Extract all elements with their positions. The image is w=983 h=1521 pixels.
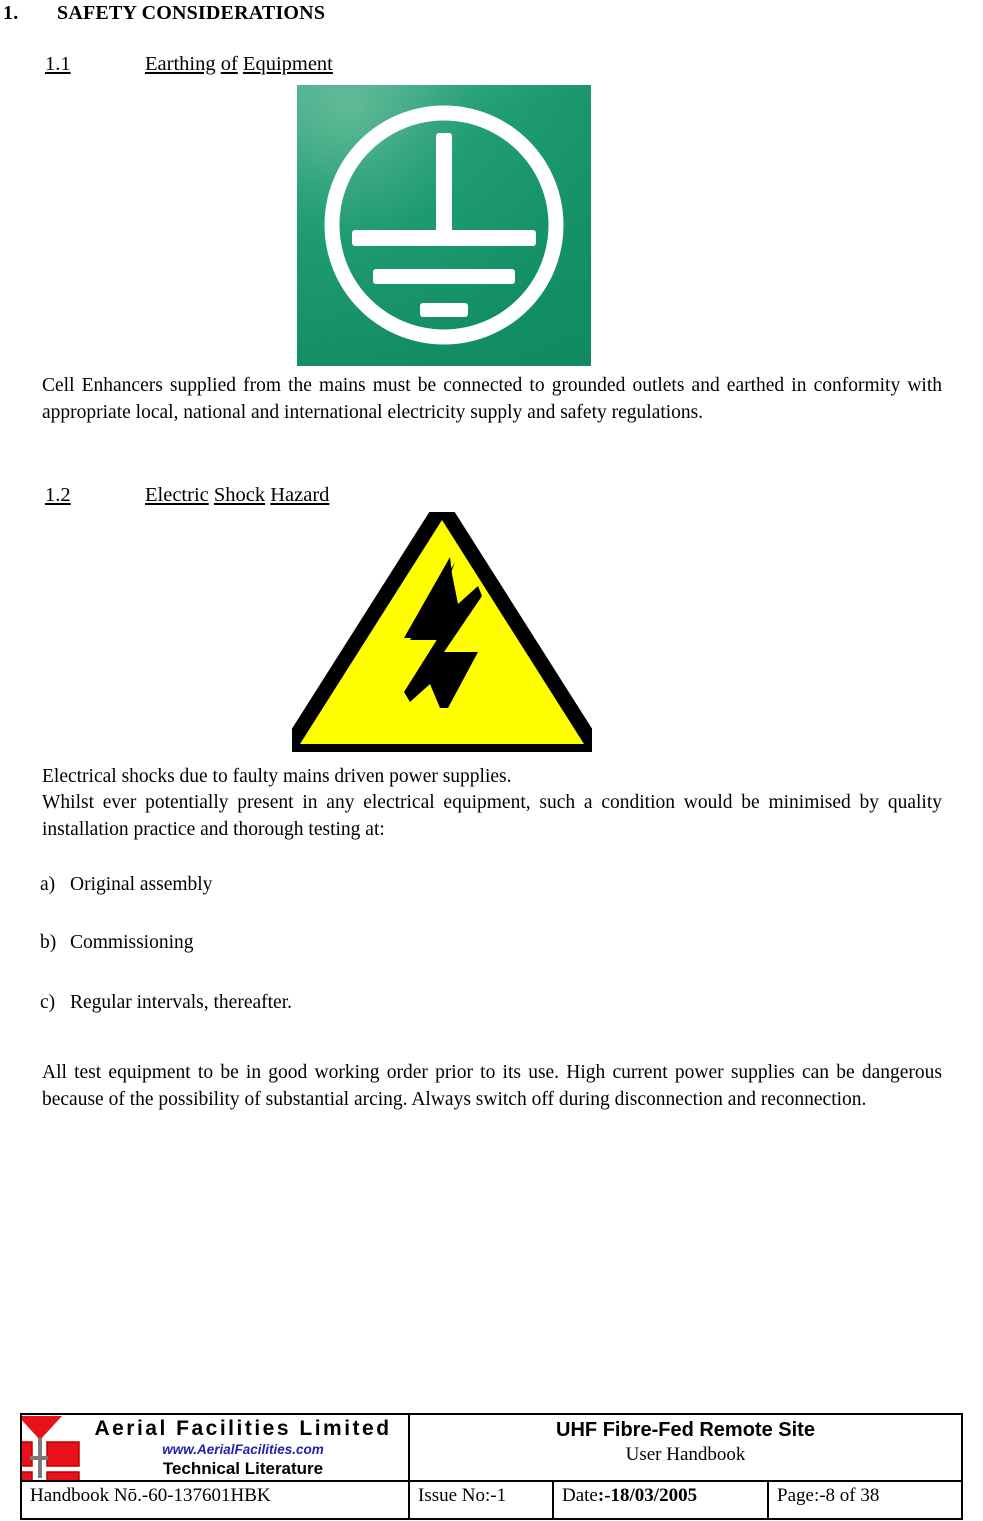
company-wordmark: Aerial Facilities Limited www.AerialFaci… — [84, 1415, 402, 1480]
issue-label: Issue No:- — [418, 1485, 497, 1506]
footer-row-bottom: Handbook Nō.-60-137601HBK Issue No:-1 Da… — [22, 1480, 961, 1518]
subsection-heading-1-2: 1.2 Electric Shock Hazard — [45, 484, 329, 507]
aerial-facilities-logo-icon — [22, 1416, 80, 1480]
earth-ground-icon — [324, 105, 564, 345]
earthing-symbol-image — [297, 85, 591, 366]
page-label: Page — [777, 1485, 814, 1506]
paragraph-shock-line-1: Electrical shocks due to faulty mains dr… — [42, 766, 512, 787]
list-marker-c: c) — [40, 992, 56, 1013]
electric-shock-warning-icon — [292, 512, 592, 752]
company-tagline: Technical Literature — [162, 1459, 324, 1478]
paragraph-earthing: Cell Enhancers supplied from the mains m… — [42, 375, 942, 423]
list-item: a) Original assembly — [40, 872, 212, 898]
handbook-title: UHF Fibre-Fed Remote Site — [556, 1419, 815, 1441]
list-marker-b: b) — [40, 932, 57, 953]
subsection-number-1-2: 1.2 — [45, 484, 71, 506]
footer-issue-number: Issue No:-1 — [410, 1482, 554, 1518]
section-number: 1. — [3, 2, 19, 24]
footer-title-cell: UHF Fibre-Fed Remote Site User Handbook — [410, 1415, 961, 1480]
list-text-a: Original assembly — [70, 874, 213, 895]
footer-logo-cell: Aerial Facilities Limited www.AerialFaci… — [22, 1415, 410, 1480]
document-page: 1. SAFETY CONSIDERATIONS 1.1 Earthing of E… — [0, 0, 983, 1521]
list-item: b) Commissioning — [40, 930, 194, 956]
section-heading: 1. SAFETY CONSIDERATIONS — [0, 2, 950, 25]
list-marker-a: a) — [40, 874, 56, 895]
company-url[interactable]: www.AerialFacilities.com — [84, 1441, 402, 1458]
subsection-heading-1-1: 1.1 Earthing of Equipment — [45, 53, 333, 76]
subsection-title-1-1: Earthing of Equipment — [145, 53, 333, 75]
handbook-subtitle: User Handbook — [625, 1444, 746, 1465]
page-value: :-8 of 38 — [813, 1485, 880, 1506]
page-footer: Aerial Facilities Limited www.AerialFaci… — [20, 1413, 963, 1520]
list-text-b: Commissioning — [70, 932, 194, 953]
footer-date: Date:-18/03/2005 — [554, 1482, 769, 1518]
date-value: :-18/03/2005 — [597, 1485, 698, 1506]
electric-shock-hazard-image — [292, 512, 592, 752]
footer-handbook-number: Handbook Nō.-60-137601HBK — [22, 1482, 410, 1518]
list-item: c) Regular intervals, thereafter. — [40, 990, 292, 1016]
subsection-number-1-1: 1.1 — [45, 53, 71, 75]
paragraph-closing: All test equipment to be in good working… — [42, 1062, 942, 1110]
company-name: Aerial Facilities Limited — [94, 1417, 392, 1440]
issue-value: 1 — [496, 1485, 507, 1506]
list-text-c: Regular intervals, thereafter. — [70, 992, 292, 1013]
footer-page-number: Page:-8 of 38 — [769, 1482, 961, 1518]
subsection-title-1-2: Electric Shock Hazard — [145, 484, 330, 506]
date-label: Date — [562, 1485, 598, 1506]
footer-row-top: Aerial Facilities Limited www.AerialFaci… — [22, 1415, 961, 1480]
section-title: SAFETY CONSIDERATIONS — [57, 2, 326, 24]
paragraph-shock-line-2: Whilst ever potentially present in any e… — [42, 792, 942, 840]
